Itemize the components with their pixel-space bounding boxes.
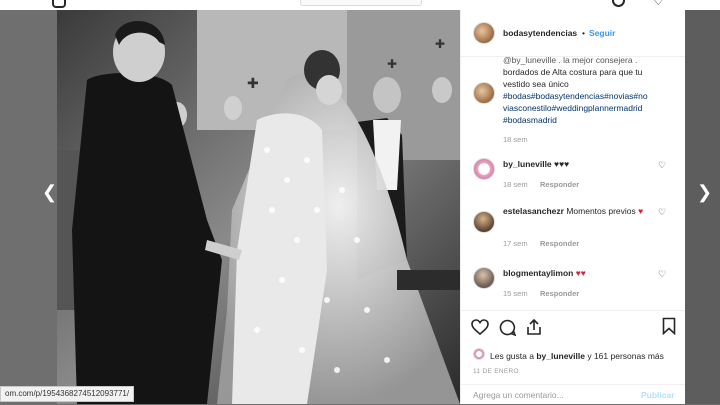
commenter-username[interactable]: blogmentaylimon [503, 268, 573, 278]
like-comment-heart-icon[interactable]: ♡ [658, 269, 666, 280]
reply-button[interactable]: Responder [540, 289, 579, 298]
commenter-avatar[interactable] [473, 267, 495, 289]
comment-text: Momentos previos [566, 206, 636, 216]
post-date[interactable]: 11 DE ENERO [473, 368, 519, 375]
like-comment-heart-icon[interactable]: ♡ [658, 207, 666, 218]
comment-timestamp[interactable]: 18 sem [503, 180, 528, 189]
author-username[interactable]: bodasytendencias [503, 28, 577, 38]
like-comment-heart-icon[interactable]: ♡ [658, 160, 666, 171]
wedding-photo-image: ✚ ✚ ✚ [57, 10, 460, 404]
comment-emoji: ♥ [638, 206, 644, 216]
add-comment-input[interactable]: Agrega un comentario... [473, 390, 564, 400]
previous-post-arrow-icon[interactable]: ❮ [42, 182, 57, 203]
activity-heart-icon[interactable]: ♡ [652, 0, 665, 9]
author-avatar[interactable] [473, 22, 495, 44]
caption-timestamp[interactable]: 18 sem [503, 134, 677, 146]
save-bookmark-icon[interactable] [662, 317, 676, 335]
like-heart-icon[interactable] [471, 319, 489, 335]
likes-prefix: Les gusta a [490, 351, 537, 361]
post-caption: @by_luneville . la mejor consejera . bor… [503, 54, 677, 146]
caption-hashtags[interactable]: #bodasmadrid [503, 114, 677, 126]
post-photo[interactable]: ✚ ✚ ✚ [57, 10, 460, 404]
header-separator: • [582, 28, 585, 38]
comment-timestamp[interactable]: 17 sem [503, 239, 528, 248]
comment-emoji: ♥♥ [575, 268, 586, 278]
next-post-arrow-icon[interactable]: ❯ [697, 182, 712, 203]
commenter-username[interactable]: by_luneville [503, 159, 552, 169]
instagram-top-bar: ♡ [0, 0, 720, 10]
publish-button[interactable]: Publicar [641, 390, 675, 400]
post-header: bodasytendencias • Seguir [461, 10, 685, 57]
browser-status-bar: om.com/p/1954368274512093771/ [0, 386, 135, 402]
likes-avatar[interactable] [473, 348, 485, 360]
caption-hashtags[interactable]: #bodas#bodasytendencias#novias#no [503, 90, 677, 102]
page-background-strip [685, 10, 720, 404]
reply-button[interactable]: Responder [540, 239, 579, 248]
instagram-logo-icon[interactable] [52, 0, 66, 8]
search-input[interactable] [300, 0, 422, 6]
caption-line: vestido sea único [503, 79, 569, 89]
likes-summary: Les gusta a by_luneville y 161 personas … [490, 351, 664, 361]
commenter-avatar[interactable] [473, 158, 495, 180]
explore-icon[interactable] [612, 0, 625, 7]
likes-count-link[interactable]: y 161 personas más [585, 351, 664, 361]
commenter-avatar[interactable] [473, 211, 495, 233]
caption-hashtags[interactable]: viasconestilo#weddingplannermadrid [503, 102, 677, 114]
reply-button[interactable]: Responder [540, 180, 579, 189]
commenter-username[interactable]: estelasanchezr [503, 206, 564, 216]
share-icon[interactable] [526, 318, 542, 336]
post-side-panel: bodasytendencias • Seguir @by_luneville … [460, 10, 685, 404]
comment-timestamp[interactable]: 15 sem [503, 289, 528, 298]
caption-author-avatar[interactable] [473, 82, 495, 104]
svg-text:✚: ✚ [435, 37, 445, 51]
caption-line: bordados de Alta costura para que tu [503, 67, 643, 77]
post-modal: ✚ ✚ ✚ bodasytendencias • Seguir @by_lune… [57, 10, 685, 404]
add-comment-area: Agrega un comentario... Publicar [461, 384, 685, 405]
svg-text:✚: ✚ [387, 57, 397, 71]
comment-text: ♥♥♥ [554, 159, 570, 169]
svg-text:✚: ✚ [247, 75, 259, 91]
caption-line: @by_luneville . la mejor consejera . [503, 55, 638, 65]
follow-button[interactable]: Seguir [589, 28, 615, 38]
comment-bubble-icon[interactable] [499, 319, 516, 336]
likes-user[interactable]: by_luneville [536, 351, 585, 361]
